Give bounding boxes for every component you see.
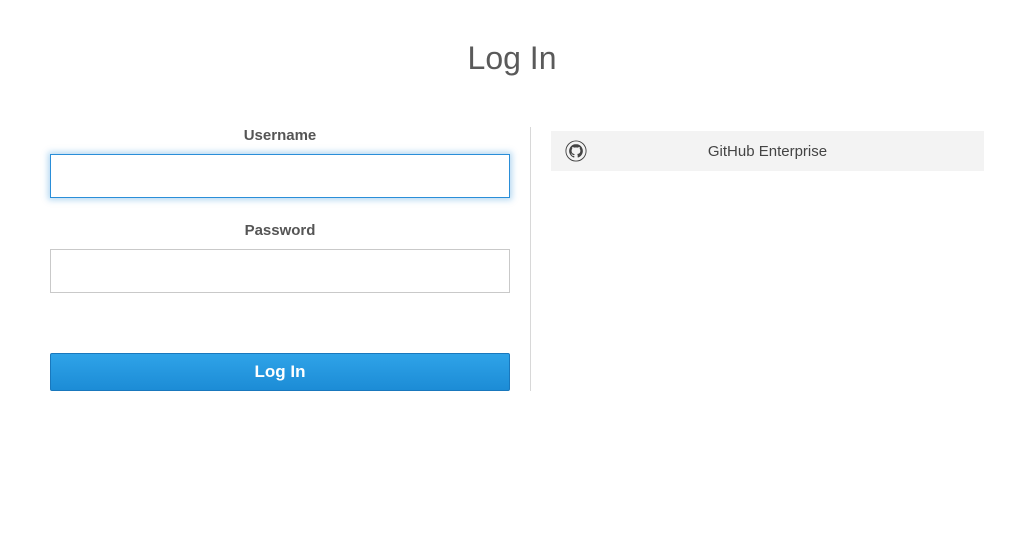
password-label: Password [50, 222, 510, 239]
github-enterprise-button[interactable]: GitHub Enterprise [551, 131, 984, 171]
username-group: Username [50, 127, 510, 198]
username-input[interactable] [50, 154, 510, 198]
panel-divider [530, 127, 531, 391]
sso-label: GitHub Enterprise [565, 143, 970, 160]
sso-panel: GitHub Enterprise [551, 127, 984, 391]
page-title: Log In [0, 40, 1024, 77]
login-container: Username Password Log In GitHub Enterpri… [0, 127, 1024, 391]
login-button[interactable]: Log In [50, 353, 510, 391]
password-group: Password [50, 222, 510, 293]
password-input[interactable] [50, 249, 510, 293]
credentials-panel: Username Password Log In [40, 127, 520, 391]
username-label: Username [50, 127, 510, 144]
